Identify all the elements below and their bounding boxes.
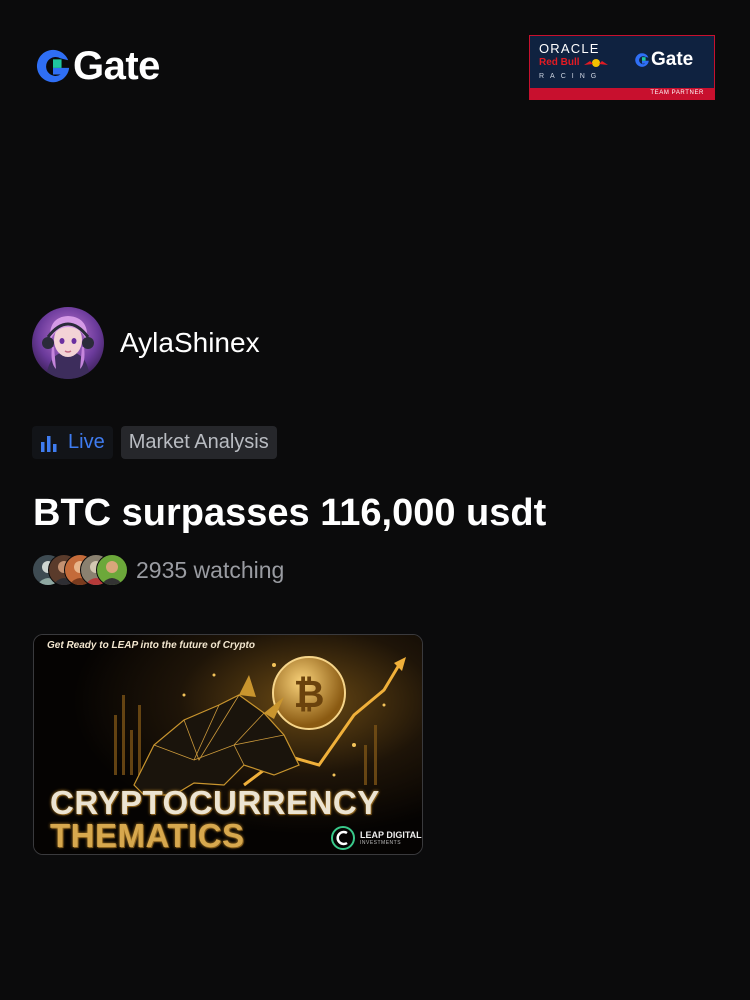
bar-chart-icon	[41, 435, 57, 452]
thumbnail-headline-1: CRYPTOCURRENCY	[50, 784, 380, 821]
team-partner-banner[interactable]: ORACLE Red Bull RACING Gate TEAM PARTNER	[529, 35, 715, 100]
watching-row: 2935 watching	[32, 554, 284, 586]
avatar-image	[32, 307, 104, 379]
avatar[interactable]	[32, 307, 104, 379]
viewer-avatar	[96, 554, 128, 586]
gate-logo[interactable]: Gate	[34, 46, 160, 86]
racing-text: RACING	[539, 73, 603, 80]
team-partner-text: TEAM PARTNER	[650, 90, 704, 96]
svg-text:₿: ₿	[294, 672, 325, 716]
watching-count: 2935 watching	[136, 557, 285, 583]
live-label: Live	[68, 431, 105, 453]
gate-logo-small-icon	[635, 53, 649, 67]
category-tag[interactable]: Market Analysis	[120, 426, 277, 459]
thumbnail-headline-2: THEMATICS	[50, 817, 245, 854]
author-name[interactable]: AylaShinex	[120, 327, 260, 359]
leap-brand-name: LEAP DIGITAL	[360, 829, 422, 840]
oracle-text: ORACLE	[539, 41, 600, 56]
leap-brand-sub: INVESTMENTS	[360, 839, 402, 846]
red-bull-text: Red Bull	[539, 57, 580, 68]
leap-logo-icon	[331, 826, 355, 850]
thumbnail-tagline: Get Ready to LEAP into the future of Cry…	[47, 640, 255, 651]
viewer-avatars	[32, 554, 128, 586]
gate-logo-text: Gate	[73, 44, 160, 88]
gate-logo-icon	[36, 49, 70, 83]
post-title: BTC surpasses 116,000 usdt	[33, 492, 547, 534]
post-thumbnail[interactable]: ₿ Get Ready to LEAP into the future of C…	[33, 634, 423, 855]
tag-row: Live Market Analysis	[32, 426, 277, 459]
partner-gate-text: Gate	[651, 49, 694, 70]
author-row[interactable]: AylaShinex	[32, 307, 260, 379]
red-bull-icon	[583, 59, 608, 67]
leap-digital-logo: LEAP DIGITAL INVESTMENTS	[330, 825, 422, 851]
live-badge[interactable]: Live	[32, 426, 113, 459]
